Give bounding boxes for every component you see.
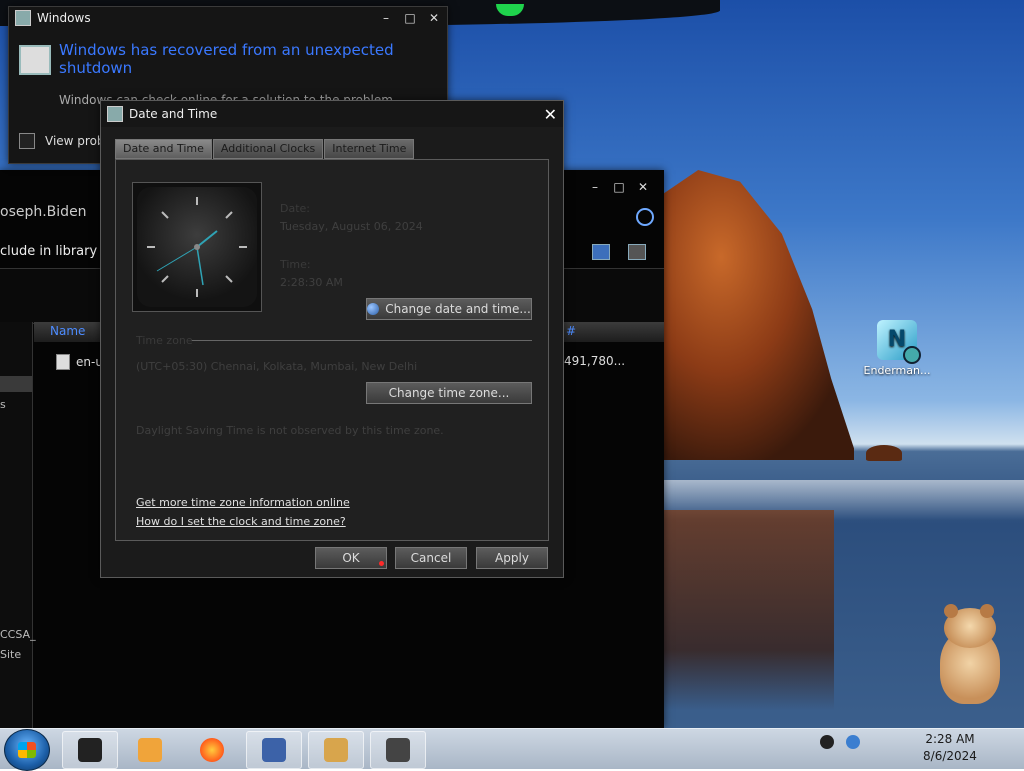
dialog-tabs: Date and Time Additional Clocks Internet… [115,139,415,159]
date-label: Date: [280,202,310,215]
wallpaper-reflection [664,510,834,710]
apply-button[interactable]: Apply [476,547,548,569]
time-zone-info-link[interactable]: Get more time zone information online [136,496,350,509]
shield-icon [367,303,380,315]
volume-icon[interactable] [820,735,834,749]
media-caption-buttons: – □ ✕ [588,180,650,194]
include-in-library-button[interactable]: clude in library ▾ [0,244,108,259]
close-button[interactable]: ✕ [544,105,557,124]
clock-hands [147,197,247,297]
tab-internet-time[interactable]: Internet Time [324,139,415,159]
dialog-titlebar[interactable]: Date and Time ✕ [101,101,563,127]
cancel-button[interactable]: Cancel [395,547,467,569]
taskbar-time: 2:28 AM [925,732,975,746]
maximize-button[interactable]: □ [612,180,626,194]
dst-note: Daylight Saving Time is not observed by … [136,424,444,437]
divider [192,340,532,341]
time-label: Time: [280,258,311,271]
view-problem-details[interactable]: View probl [19,133,108,149]
folder-icon [78,738,102,762]
maximize-button[interactable]: □ [403,11,417,25]
report-icon [262,738,286,762]
time-zone-label: Time zone [136,334,193,347]
desktop-icon-label: Enderman... [863,364,931,377]
date-time-panel: Date: Tuesday, August 06, 2024 Time: 2:2… [115,159,549,541]
taskbar-item-date-time[interactable] [370,731,426,769]
report-title: Windows [37,11,91,25]
wallpaper-small-rock [866,445,902,461]
time-value: 2:28:30 AM [280,276,343,289]
firefox-icon [200,738,224,762]
analog-clock [132,182,262,312]
hamster-box-icon [324,738,348,762]
tab-date-and-time[interactable]: Date and Time [115,139,212,159]
minimize-button[interactable]: – [588,180,602,194]
report-caption-buttons: – □ ✕ [379,11,441,25]
nav-item[interactable]: Site [0,648,21,661]
report-titlebar[interactable]: Windows – □ ✕ [9,7,447,29]
nav-item[interactable]: CCSA_ [0,628,36,641]
taskbar-item-hamster-box[interactable] [308,731,364,769]
windows-logo-icon [18,742,36,758]
navigation-selected-strip [0,376,32,392]
network-icon[interactable] [846,735,860,749]
taskbar-item-report[interactable] [246,731,302,769]
change-date-time-button[interactable]: Change date and time... [366,298,532,320]
file-size: 491,780... [564,354,626,368]
desktop-icon-enderman[interactable]: N Enderman... [860,320,934,377]
start-button[interactable] [4,729,50,771]
taskbar-date: 8/6/2024 [923,749,977,763]
media-title: oseph.Biden [0,204,87,220]
taskbar-item-media-player[interactable] [122,731,178,769]
minimize-button[interactable]: – [379,11,393,25]
taskbar-item-explorer[interactable] [62,731,118,769]
wallpaper-rock [664,170,854,460]
dialog-title: Date and Time [129,107,218,121]
recovery-heading: Windows has recovered from an unexpected… [59,41,394,77]
clock-app-icon [386,738,410,762]
chevron-down-icon [19,133,35,149]
tab-additional-clocks[interactable]: Additional Clocks [212,139,324,159]
taskbar-clock[interactable]: 2:28 AM 8/6/2024 [900,731,1000,765]
default-button-indicator [379,561,384,566]
ok-button[interactable]: OK [315,547,387,569]
enderman-app-icon: N [877,320,921,364]
close-button[interactable]: ✕ [427,11,441,25]
preview-pane-icon[interactable] [628,244,646,260]
hamster-widget[interactable] [932,604,1008,704]
change-time-zone-button[interactable]: Change time zone... [366,382,532,404]
clock-app-icon [107,106,123,122]
nav-item[interactable]: s [0,398,6,411]
how-to-set-clock-link[interactable]: How do I set the clock and time zone? [136,515,346,528]
column-hash[interactable]: # [566,324,576,338]
column-name[interactable]: Name [50,324,85,338]
date-value: Tuesday, August 06, 2024 [280,220,423,233]
time-zone-value: (UTC+05:30) Chennai, Kolkata, Mumbai, Ne… [136,360,418,373]
iso-file-icon [56,354,70,370]
media-player-icon [138,738,162,762]
windows-app-icon [15,10,31,26]
taskbar-item-firefox[interactable] [184,731,240,769]
close-button[interactable]: ✕ [636,180,650,194]
taskbar: 2:28 AM 8/6/2024 [0,728,1024,771]
view-options-icon[interactable] [592,244,610,260]
search-icon[interactable] [636,208,654,226]
date-time-dialog[interactable]: Date and Time ✕ Date and Time Additional… [100,100,564,578]
report-icon [19,45,51,75]
